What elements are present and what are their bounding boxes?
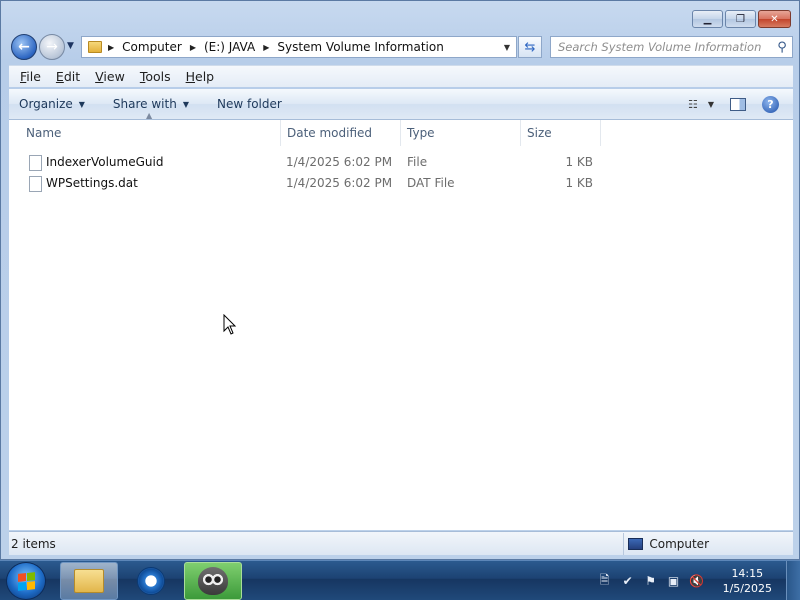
- help-icon[interactable]: ?: [762, 95, 779, 113]
- sort-ascending-icon: ▲: [146, 111, 153, 120]
- chevron-down-icon: ▼: [78, 99, 85, 109]
- command-bar: Organize ▼ Share with ▼ New folder ☷ ▼ ?: [9, 89, 793, 120]
- item-count: 2 items: [11, 536, 56, 551]
- breadcrumb-folder[interactable]: System Volume Information: [277, 40, 443, 54]
- chevron-right-icon[interactable]: ▶: [108, 43, 114, 52]
- chevron-down-icon[interactable]: ▼: [708, 100, 714, 109]
- taskbar-raccoon-app-button[interactable]: [184, 562, 242, 600]
- status-zone: Computer: [623, 532, 709, 555]
- file-size: 1 KB: [565, 176, 593, 190]
- file-row[interactable]: WPSettings.dat 1/4/2025 6:02 PM DAT File…: [9, 173, 793, 194]
- new-folder-button[interactable]: New folder: [217, 97, 282, 111]
- chevron-right-icon[interactable]: ▶: [190, 43, 196, 52]
- clock-date: 1/5/2025: [722, 582, 772, 595]
- windows-logo-icon: [17, 571, 35, 591]
- command-bar-right: ☷ ▼ ?: [688, 95, 779, 113]
- search-input[interactable]: [558, 40, 772, 54]
- menu-view[interactable]: View: [95, 69, 125, 84]
- column-header-name[interactable]: Name: [19, 120, 281, 146]
- status-bar: 2 items Computer: [9, 531, 793, 555]
- raccoon-icon: [198, 567, 228, 595]
- column-headers: ▲ Name Date modified Type Size: [9, 111, 793, 146]
- explorer-window: ▁ ❐ ✕ ← → ▼ ▶ Computer ▶ (E:) JAVA ▶ Sys…: [0, 0, 800, 560]
- file-icon: [29, 176, 42, 192]
- folder-icon: [74, 569, 104, 593]
- close-icon: ✕: [770, 13, 779, 25]
- browser-icon: [137, 567, 165, 595]
- network-icon[interactable]: ▣: [667, 574, 681, 588]
- zone-label: Computer: [649, 536, 709, 551]
- file-size: 1 KB: [565, 155, 593, 169]
- share-with-button[interactable]: Share with ▼: [113, 97, 189, 111]
- computer-icon: [628, 537, 644, 550]
- file-list: ▲ Name Date modified Type Size IndexerVo…: [9, 111, 793, 530]
- chevron-down-icon: ▼: [182, 99, 189, 109]
- forward-button[interactable]: →: [39, 34, 65, 60]
- change-view-button[interactable]: ☷ ▼: [688, 98, 714, 111]
- file-row[interactable]: IndexerVolumeGuid 1/4/2025 6:02 PM File …: [9, 152, 793, 173]
- file-name: IndexerVolumeGuid: [46, 155, 164, 169]
- menu-edit[interactable]: Edit: [56, 69, 80, 84]
- mouse-pointer-icon: [223, 314, 237, 335]
- menu-file[interactable]: File: [20, 69, 41, 84]
- start-button[interactable]: [6, 562, 46, 600]
- organize-button[interactable]: Organize ▼: [19, 97, 85, 111]
- file-date: 1/4/2025 6:02 PM: [286, 176, 393, 190]
- menu-bar: File Edit View Tools Help: [9, 65, 793, 87]
- minimize-button[interactable]: ▁: [692, 10, 723, 28]
- folder-icon: [88, 41, 102, 53]
- breadcrumb-drive[interactable]: (E:) JAVA: [204, 40, 255, 54]
- clock[interactable]: 14:15 1/5/2025: [723, 566, 772, 596]
- close-button[interactable]: ✕: [758, 10, 791, 28]
- column-header-type[interactable]: Type: [400, 120, 521, 146]
- file-type: DAT File: [407, 176, 455, 190]
- action-center-flag-icon[interactable]: ⚑: [644, 574, 658, 588]
- taskbar-explorer-button[interactable]: [60, 562, 118, 600]
- show-desktop-button[interactable]: [786, 561, 800, 600]
- file-name: WPSettings.dat: [46, 176, 138, 190]
- file-date: 1/4/2025 6:02 PM: [286, 155, 393, 169]
- taskbar: 🗎 ✔ ⚑ ▣ 🔇 14:15 1/5/2025: [0, 560, 800, 600]
- recent-pages-dropdown[interactable]: ▼: [67, 41, 74, 51]
- navigation-row: ← → ▼ ▶ Computer ▶ (E:) JAVA ▶ System Vo…: [9, 32, 793, 62]
- preview-pane-icon[interactable]: [730, 97, 746, 111]
- refresh-button[interactable]: ⇆: [518, 36, 542, 58]
- file-icon: [29, 155, 42, 171]
- column-header-date[interactable]: Date modified: [280, 120, 401, 146]
- menu-help[interactable]: Help: [186, 69, 215, 84]
- document-icon[interactable]: 🗎: [598, 573, 612, 588]
- maximize-button[interactable]: ❐: [725, 10, 756, 28]
- file-type: File: [407, 155, 428, 169]
- address-bar[interactable]: ▶ Computer ▶ (E:) JAVA ▶ System Volume I…: [81, 36, 517, 58]
- breadcrumb-computer[interactable]: Computer: [122, 40, 182, 54]
- back-arrow-icon: ←: [18, 39, 30, 55]
- chevron-right-icon[interactable]: ▶: [263, 43, 269, 52]
- minimize-icon: ▁: [703, 13, 712, 25]
- search-box[interactable]: ⚲: [550, 36, 793, 58]
- security-shield-icon[interactable]: ✔: [621, 574, 635, 588]
- system-tray: 🗎 ✔ ⚑ ▣ 🔇 14:15 1/5/2025: [598, 561, 772, 600]
- menu-tools[interactable]: Tools: [140, 69, 171, 84]
- details-view-icon: ☷: [687, 97, 698, 111]
- forward-arrow-icon: →: [46, 39, 58, 55]
- volume-muted-icon[interactable]: 🔇: [689, 574, 704, 588]
- column-header-size[interactable]: Size: [520, 120, 601, 146]
- caption-buttons: ▁ ❐ ✕: [692, 10, 791, 28]
- back-button[interactable]: ←: [11, 34, 37, 60]
- search-icon[interactable]: ⚲: [772, 40, 792, 55]
- clock-time: 14:15: [731, 567, 764, 580]
- taskbar-browser-button[interactable]: [122, 562, 180, 600]
- chevron-down-icon[interactable]: ▼: [504, 43, 510, 52]
- restore-icon: ❐: [736, 13, 745, 25]
- refresh-icon: ⇆: [524, 39, 536, 55]
